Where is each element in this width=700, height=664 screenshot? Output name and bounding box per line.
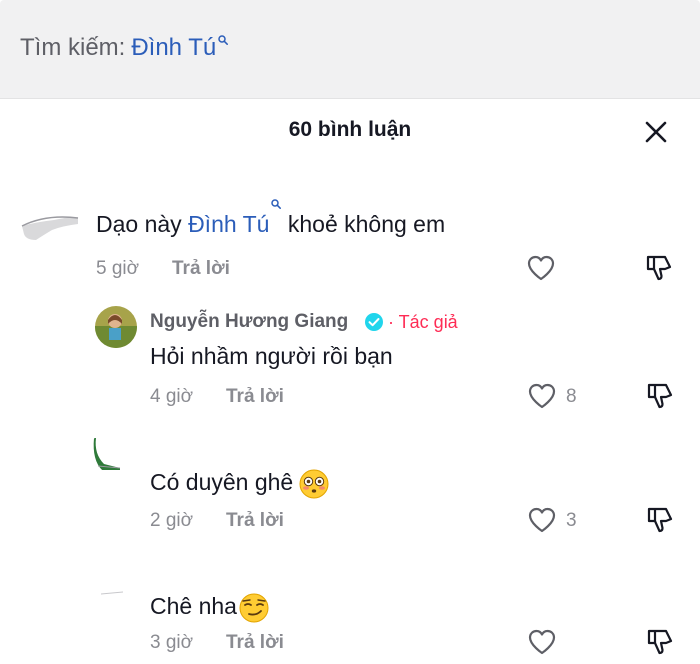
avatar[interactable] [95,568,137,598]
like-count: 3 [566,510,577,531]
comment-time: 2 giờ [150,510,194,531]
username[interactable]: Nguyễn Hương Giang [150,311,348,333]
reply-button[interactable]: Trả lời [226,632,284,654]
heart-icon[interactable] [527,382,557,410]
flushed-face-emoji [299,469,329,499]
comment-text: Hỏi nhầm người rồi bạn [150,343,393,369]
search-keyword[interactable]: Đình Tú [131,34,216,62]
heart-icon[interactable] [527,628,557,656]
author-badge: · Tác giả [388,312,458,332]
like-count: 8 [566,386,577,407]
reply-button[interactable]: Trả lời [226,386,284,408]
avatar[interactable] [95,306,137,348]
comment-text: Dạo này Đình Tú khoẻ không em [96,199,445,238]
verified-icon [365,313,383,331]
comments-header: 60 bình luận [0,98,700,164]
avatar[interactable] [16,196,80,246]
comment-text: Chê nha [150,593,269,623]
comment-time: 3 giờ [150,632,194,653]
avatar[interactable] [90,430,132,472]
search-icon [218,35,229,45]
dislike-icon[interactable] [645,626,675,656]
search-icon [271,199,282,209]
comment-time: 5 giờ [96,258,140,279]
search-prefix: Tìm kiếm: [20,34,126,61]
dislike-icon[interactable] [645,380,675,410]
search-keyword-link[interactable]: Đình Tú [188,211,269,237]
heart-icon[interactable] [527,506,557,534]
dislike-icon[interactable] [644,252,674,282]
smirking-face-emoji [239,593,269,623]
heart-icon[interactable] [526,254,556,282]
reply-button[interactable]: Trả lời [172,258,230,280]
search-query[interactable]: Tìm kiếm: Đình Tú [20,34,229,62]
dislike-icon[interactable] [645,504,675,534]
comment-count: 60 bình luận [288,118,412,141]
comment-time: 4 giờ [150,386,194,407]
close-icon[interactable] [642,118,670,146]
search-bar[interactable]: Tìm kiếm: Đình Tú [0,0,700,99]
comment-text: Có duyên ghê [150,469,329,499]
reply-button[interactable]: Trả lời [226,510,284,532]
